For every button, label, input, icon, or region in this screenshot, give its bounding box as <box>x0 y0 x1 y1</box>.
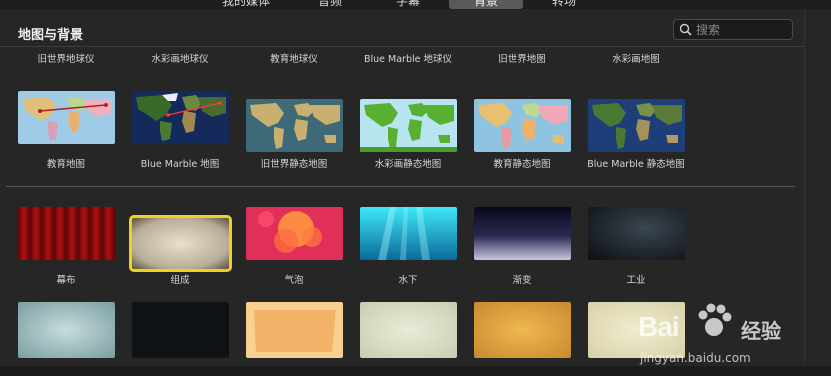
divider <box>6 186 795 187</box>
thumb-blue-marble-map[interactable] <box>132 91 229 144</box>
bottom-bar <box>0 366 831 376</box>
thumb-blue-marble-static-map[interactable] <box>588 99 685 152</box>
label-gradient: 渐变 <box>512 275 532 286</box>
thumb-background[interactable] <box>132 302 229 358</box>
watermark-brand: Bai <box>638 311 680 342</box>
search-field[interactable] <box>673 19 793 40</box>
watermark: Bai 经验 jingyan.baidu.com <box>636 299 804 366</box>
thumb-background[interactable] <box>474 302 571 358</box>
label-old-world-static-map: 旧世界静态地图 <box>260 159 328 170</box>
scrollbar[interactable] <box>804 9 831 366</box>
label-blue-marble-static-map: Blue Marble 静态地图 <box>587 159 685 170</box>
tab-my-media[interactable]: 我的媒体 <box>212 0 280 9</box>
label-industrial: 工业 <box>626 275 646 286</box>
item-old-world-map[interactable]: 旧世界地图 <box>467 54 577 66</box>
thumb-background[interactable] <box>360 302 457 358</box>
thumb-composition[interactable] <box>129 215 232 272</box>
label-curtain: 幕布 <box>56 275 76 286</box>
thumb-education-static-map[interactable] <box>474 99 571 152</box>
thumb-watercolor-static-map[interactable] <box>360 99 457 152</box>
watermark-brand2: 经验 <box>741 319 781 343</box>
tab-backgrounds[interactable]: 背景 <box>449 0 523 9</box>
tab-subtitles[interactable]: 字幕 <box>380 0 436 9</box>
thumb-old-world-static-map[interactable] <box>246 99 343 152</box>
paw-icon <box>698 303 732 336</box>
item-watercolor-globe[interactable]: 水彩画地球仪 <box>125 54 235 66</box>
item-education-globe[interactable]: 教育地球仪 <box>239 54 349 66</box>
label-blue-marble-map: Blue Marble 地图 <box>140 159 220 170</box>
search-input[interactable] <box>696 21 788 38</box>
item-watercolor-map[interactable]: 水彩画地图 <box>581 54 691 66</box>
divider <box>0 46 804 47</box>
thumb-education-map[interactable] <box>18 91 115 144</box>
section-title: 地图与背景 <box>18 28 84 43</box>
thumb-curtain[interactable] <box>18 207 115 260</box>
thumb-bubbles[interactable] <box>246 207 343 260</box>
thumb-industrial[interactable] <box>588 207 685 260</box>
tab-audio[interactable]: 音频 <box>302 0 358 9</box>
item-old-world-globe[interactable]: 旧世界地球仪 <box>11 54 121 66</box>
label-watercolor-static-map: 水彩画静态地图 <box>374 159 442 170</box>
backgrounds-browser: 地图与背景 旧世界地球仪 水彩画地球仪 教育地球仪 Blue Marble 地球… <box>0 9 804 366</box>
label-underwater: 水下 <box>398 275 418 286</box>
tab-transitions[interactable]: 转场 <box>536 0 592 9</box>
thumb-gradient[interactable] <box>474 207 571 260</box>
watermark-url: jingyan.baidu.com <box>640 351 751 365</box>
tab-bar: 我的媒体 音频 字幕 背景 转场 <box>0 0 831 9</box>
thumb-background[interactable] <box>246 302 343 358</box>
label-education-static-map: 教育静态地图 <box>493 159 551 170</box>
label-composition: 组成 <box>170 275 190 286</box>
thumb-underwater[interactable] <box>360 207 457 260</box>
item-blue-marble-globe[interactable]: Blue Marble 地球仪 <box>353 54 463 66</box>
search-icon <box>679 23 692 36</box>
label-education-map: 教育地图 <box>46 159 85 170</box>
label-bubbles: 气泡 <box>284 275 304 286</box>
thumb-background[interactable] <box>18 302 115 358</box>
